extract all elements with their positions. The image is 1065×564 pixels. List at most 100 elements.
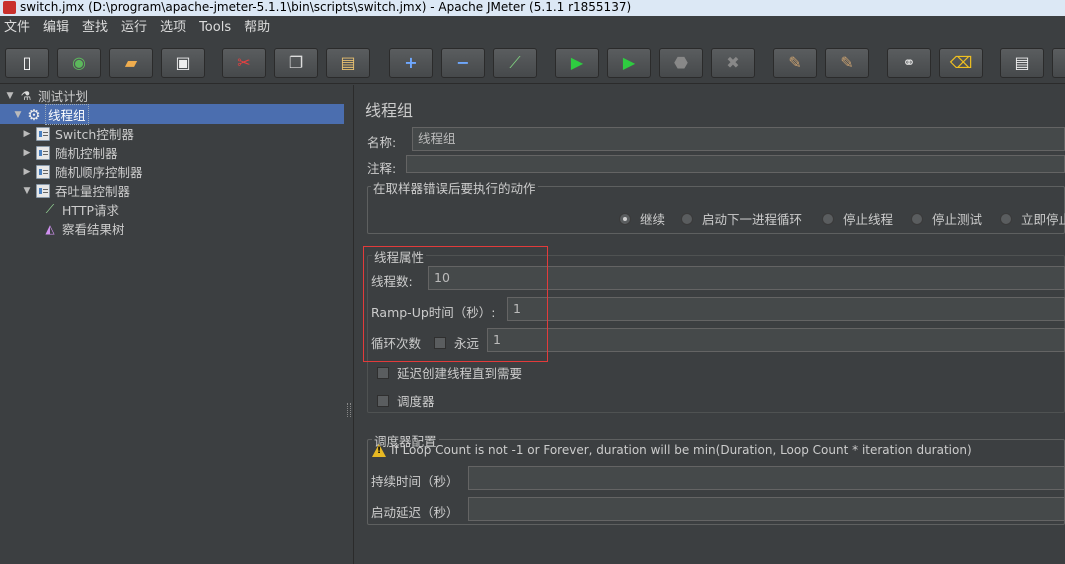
checkbox-icon [377,394,389,407]
tree-item-random-order-controller[interactable]: ▶ 随机顺序控制器 [21,162,143,181]
templates-button[interactable]: ◉ [57,48,101,78]
scheduler-warning: ! If Loop Count is not -1 or Forever, du… [372,443,972,457]
search-button[interactable]: ⚭ [887,48,931,78]
shutdown-icon: ✖ [726,53,740,72]
expand-arrow-icon[interactable]: ▶ [21,148,33,158]
reset-search-button[interactable]: ⌫ [939,48,983,78]
menu-run[interactable]: 运行 [121,16,147,40]
expand-button[interactable]: + [389,48,433,78]
splitter-grip-icon[interactable] [347,403,351,417]
expand-arrow-icon[interactable]: ▼ [21,186,33,196]
scheduler-checkbox[interactable]: 调度器 [377,391,435,410]
menu-help[interactable]: 帮助 [244,16,270,40]
window-title: switch.jmx (D:\program\apache-jmeter-5.1… [20,0,632,14]
templates-icon: ◉ [72,53,86,72]
startup-delay-label: 启动延迟（秒） [371,505,459,520]
tree-item-view-results-tree[interactable]: ◭ 察看结果树 [40,219,125,238]
copy-button[interactable]: ❐ [274,48,318,78]
window-title-bar: switch.jmx (D:\program\apache-jmeter-5.1… [0,0,1065,16]
expand-icon: + [404,53,418,72]
radio-label: 停止测试 [932,212,983,227]
controller-icon [35,164,51,180]
tree-item-label: 察看结果树 [62,222,125,237]
tree-item-label: 线程组 [45,104,89,125]
reset-search-icon: ⌫ [949,53,973,72]
menu-file[interactable]: 文件 [4,16,30,40]
stop-button[interactable]: ⬣ [659,48,703,78]
gear-icon: ⚙ [27,105,41,124]
tree-item-label: 吞吐量控制器 [55,184,131,199]
radio-stop-now[interactable]: 立即停止 [1000,209,1065,228]
tree-item-switch-controller[interactable]: ▶ Switch控制器 [21,124,134,143]
expand-arrow-icon[interactable]: ▼ [4,91,16,101]
shutdown-button[interactable]: ✖ [711,48,755,78]
menu-tools[interactable]: Tools [199,16,231,40]
function-helper-button[interactable]: ▤ [1000,48,1044,78]
new-icon: ▯ [22,53,32,72]
warning-text: If Loop Count is not -1 or Forever, dura… [391,443,972,457]
radio-stop-test[interactable]: 停止测试 [911,209,982,228]
radio-continue[interactable]: 继续 [619,209,665,228]
menu-options[interactable]: 选项 [160,16,186,40]
flask-icon: ⚗ [20,88,32,103]
search-icon: ⚭ [902,53,916,72]
start-button[interactable]: ▶ [555,48,599,78]
clear-all-button[interactable]: ✎ [825,48,869,78]
loop-count-field[interactable]: 1 [487,328,1065,352]
toggle-icon: ⟋ [509,53,521,72]
delay-thread-creation-checkbox[interactable]: 延迟创建线程直到需要 [377,363,522,382]
jmeter-app-icon [3,1,16,14]
tree-item-label: 随机顺序控制器 [55,165,143,180]
radio-start-next-loop[interactable]: 启动下一进程循环 [681,209,802,228]
startup-delay-field[interactable] [468,497,1065,521]
radio-stop-thread[interactable]: 停止线程 [822,209,893,228]
open-button[interactable]: ▰ [109,48,153,78]
save-icon: ▣ [175,53,191,72]
duration-field[interactable] [468,466,1065,490]
warning-icon: ! [372,443,386,457]
cut-button[interactable]: ✂ [222,48,266,78]
controller-icon [35,126,51,142]
radio-unselected-icon [911,212,923,225]
menu-bar: 文件 编辑 查找 运行 选项 Tools 帮助 [0,16,1065,40]
start-no-pause-button[interactable]: ▶ [607,48,651,78]
ramp-up-field[interactable]: 1 [507,297,1065,321]
name-field[interactable]: 线程组 [412,127,1065,151]
checkbox-icon [377,366,389,379]
menu-edit[interactable]: 编辑 [43,16,69,40]
expand-arrow-icon[interactable]: ▶ [21,167,33,177]
expand-arrow-icon[interactable]: ▶ [21,129,33,139]
radio-label: 停止线程 [843,212,894,227]
new-button[interactable]: ▯ [5,48,49,78]
panel-splitter[interactable] [344,85,354,564]
controller-icon [35,145,51,161]
paste-button[interactable]: ▤ [326,48,370,78]
start-no-pause-icon: ▶ [622,53,636,72]
delay-thread-creation-label: 延迟创建线程直到需要 [397,366,523,381]
tree-item-http-request[interactable]: ⟋ HTTP请求 [40,200,119,219]
function-helper-icon: ▤ [1014,53,1030,72]
save-button[interactable]: ▣ [161,48,205,78]
radio-unselected-icon [822,212,834,225]
cut-icon: ✂ [237,53,251,72]
radio-label: 启动下一进程循环 [702,212,803,227]
name-label: 名称: [367,135,397,150]
radio-unselected-icon [1000,212,1012,225]
clear-icon: ✎ [788,53,802,72]
clear-button[interactable]: ✎ [773,48,817,78]
controller-icon [35,183,51,199]
expand-arrow-icon[interactable]: ▼ [12,110,24,120]
comment-field[interactable] [406,155,1065,173]
duration-label: 持续时间（秒） [371,474,459,489]
tree-item-test-plan[interactable]: ▼ ⚗ 测试计划 [4,86,88,105]
toolbar-overflow-button[interactable] [1052,48,1065,78]
tree-item-throughput-controller[interactable]: ▼ 吞吐量控制器 [21,181,130,200]
clear-all-icon: ✎ [840,53,854,72]
menu-search[interactable]: 查找 [82,16,108,40]
tree-item-label: HTTP请求 [62,203,119,218]
page-title: 线程组 [365,101,414,120]
tree-item-random-controller[interactable]: ▶ 随机控制器 [21,143,118,162]
toggle-button[interactable]: ⟋ [493,48,537,78]
collapse-button[interactable]: − [441,48,485,78]
tree-item-thread-group[interactable]: ▼ ⚙ 线程组 [12,104,89,125]
